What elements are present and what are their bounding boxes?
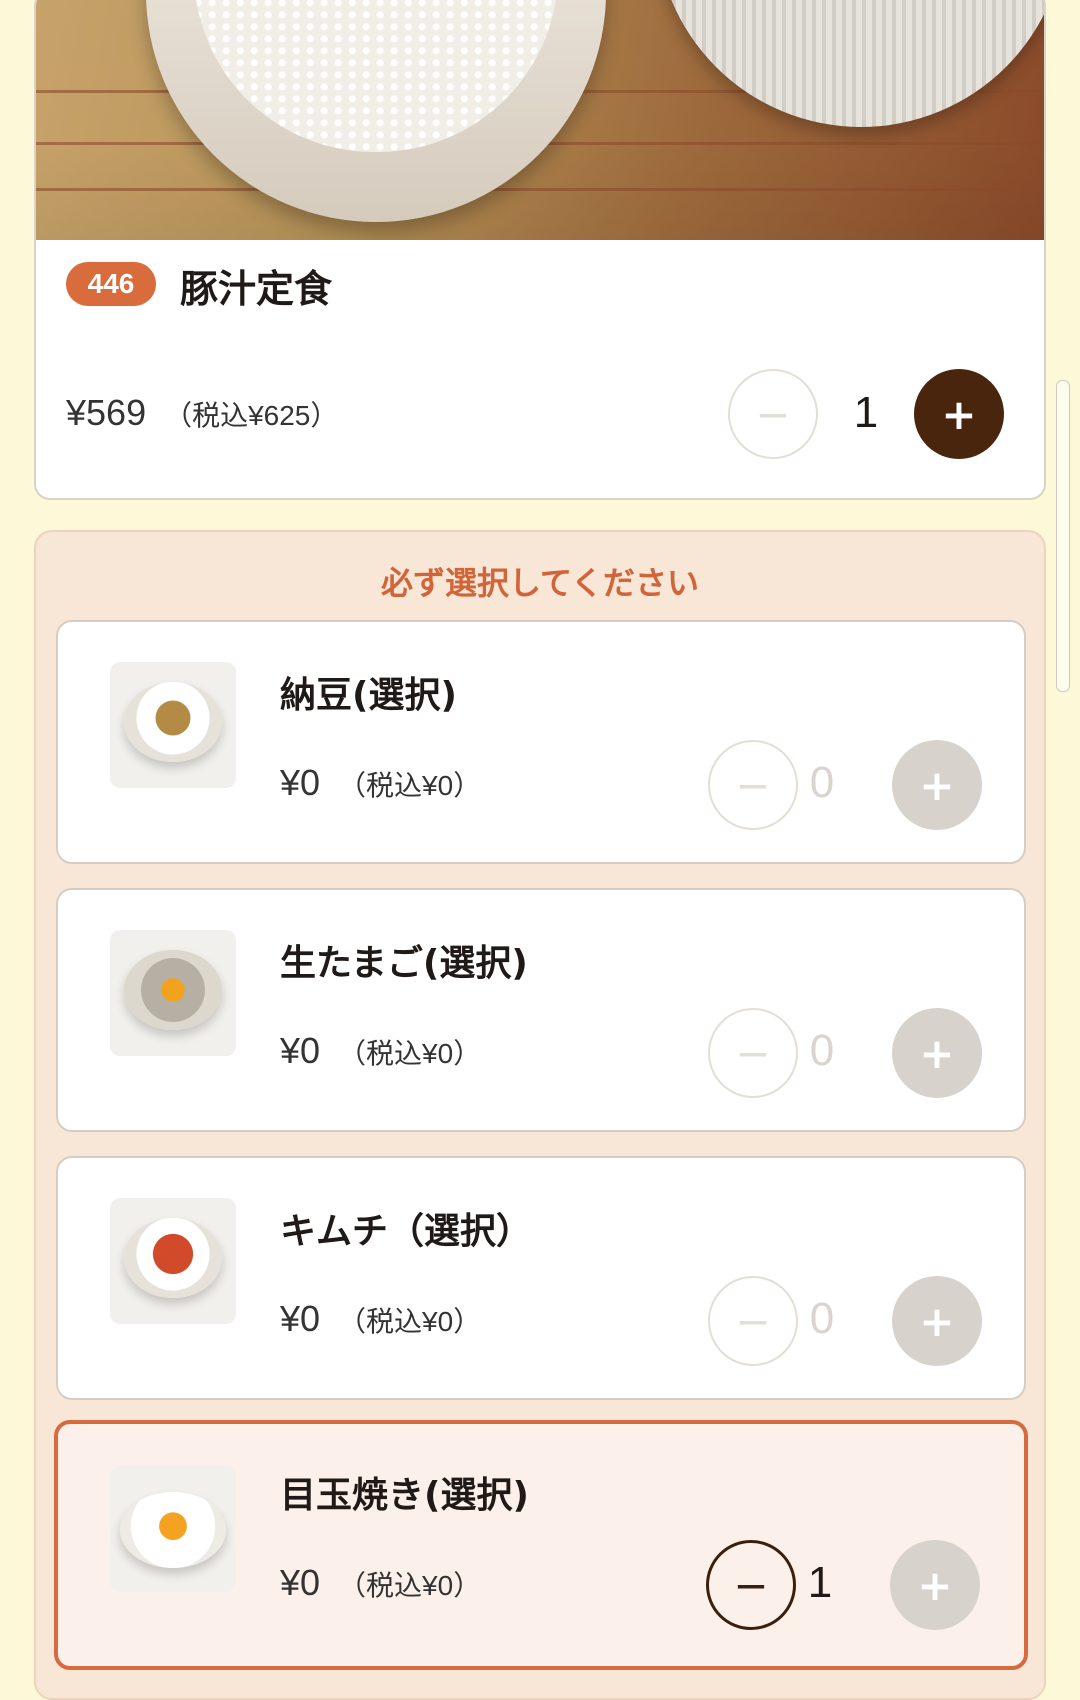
option-price: ¥0 （税込¥0） [280, 1298, 481, 1340]
natto-image [110, 662, 236, 788]
price-tax: （税込¥0） [338, 770, 482, 801]
quantity-value: 0 [809, 758, 835, 807]
scrollbar[interactable] [1056, 380, 1070, 692]
decrease-quantity-button[interactable]: − [728, 369, 818, 459]
decrease-quantity-button[interactable]: − [706, 1540, 796, 1630]
price-amount: ¥0 [280, 1298, 321, 1339]
option-price: ¥0 （税込¥0） [280, 1562, 481, 1604]
price-tax: （税込¥0） [338, 1570, 482, 1601]
item-code-badge: 446 [66, 262, 156, 306]
option-title: 納豆(選択) [280, 675, 457, 716]
increase-quantity-button[interactable]: + [892, 740, 982, 830]
plus-icon: + [917, 1560, 953, 1610]
price-tax: （税込¥625） [164, 400, 339, 431]
price-amount: ¥0 [280, 1030, 321, 1071]
option-fried-egg[interactable]: 目玉焼き(選択) ¥0 （税込¥0） − 1 + [54, 1420, 1028, 1670]
plus-icon: + [919, 1296, 955, 1346]
quantity-value: 0 [809, 1294, 835, 1343]
plus-icon: + [919, 760, 955, 810]
increase-quantity-button[interactable]: + [890, 1540, 980, 1630]
minus-icon: − [755, 389, 791, 439]
option-kimchi[interactable]: キムチ（選択） ¥0 （税込¥0） − 0 + [56, 1156, 1026, 1400]
price-amount: ¥0 [280, 1562, 321, 1603]
minus-icon: − [733, 1560, 769, 1610]
decrease-quantity-button[interactable]: − [708, 1276, 798, 1366]
decrease-quantity-button[interactable]: − [708, 740, 798, 830]
plus-icon: + [919, 1028, 955, 1078]
plus-icon: + [941, 389, 977, 439]
option-natto[interactable]: 納豆(選択) ¥0 （税込¥0） − 0 + [56, 620, 1026, 864]
increase-quantity-button[interactable]: + [914, 369, 1004, 459]
item-title: 豚汁定食 [180, 267, 333, 311]
menu-item-card: 446 豚汁定食 ¥569 （税込¥625） − 1 + [34, 0, 1046, 500]
item-price: ¥569 （税込¥625） [66, 392, 338, 434]
minus-icon: − [735, 760, 771, 810]
required-selection-prompt: 必ず選択してください [380, 564, 700, 602]
price-amount: ¥0 [280, 762, 321, 803]
increase-quantity-button[interactable]: + [892, 1008, 982, 1098]
quantity-value: 1 [853, 388, 879, 437]
raw-egg-image [110, 930, 236, 1056]
option-price: ¥0 （税込¥0） [280, 762, 481, 804]
option-raw-egg[interactable]: 生たまご(選択) ¥0 （税込¥0） − 0 + [56, 888, 1026, 1132]
required-options-panel: 必ず選択してください 納豆(選択) ¥0 （税込¥0） − 0 + 生たまご(選択… [34, 530, 1046, 1700]
price-amount: ¥569 [66, 392, 147, 433]
option-title: 目玉焼き(選択) [280, 1475, 529, 1516]
price-tax: （税込¥0） [338, 1038, 482, 1069]
price-tax: （税込¥0） [338, 1306, 482, 1337]
fried-egg-image [110, 1466, 236, 1592]
option-price: ¥0 （税込¥0） [280, 1030, 481, 1072]
minus-icon: − [735, 1296, 771, 1346]
increase-quantity-button[interactable]: + [892, 1276, 982, 1366]
quantity-value: 0 [809, 1026, 835, 1075]
menu-item-photo [36, 0, 1044, 240]
option-title: キムチ（選択） [280, 1211, 533, 1252]
minus-icon: − [735, 1028, 771, 1078]
quantity-value: 1 [807, 1558, 833, 1607]
soup-bowl-image [656, 0, 1044, 127]
decrease-quantity-button[interactable]: − [708, 1008, 798, 1098]
option-title: 生たまご(選択) [280, 943, 528, 984]
kimchi-image [110, 1198, 236, 1324]
